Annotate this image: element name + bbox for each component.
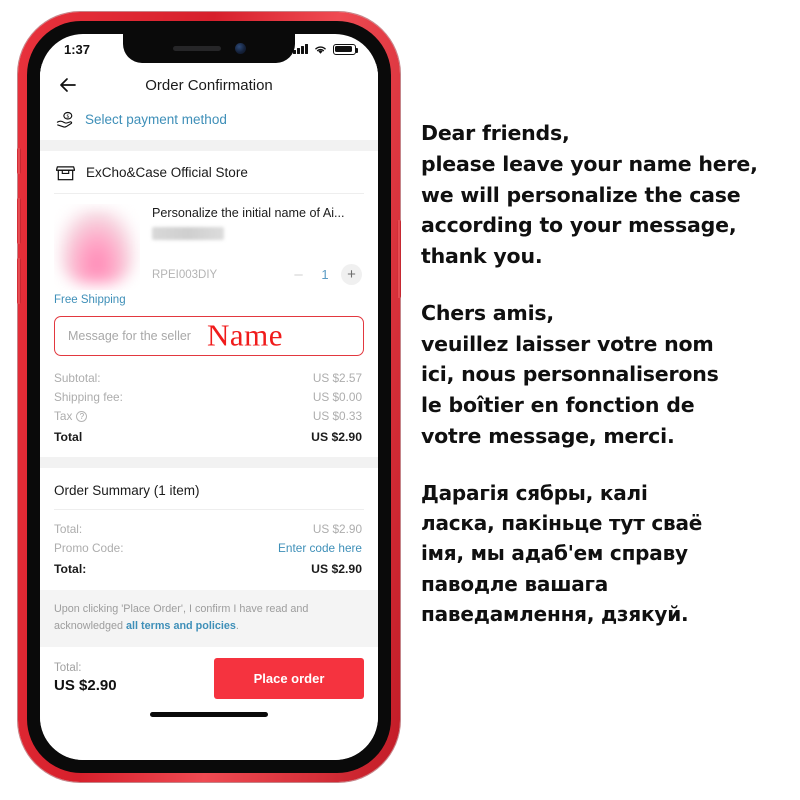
summary-row: Total: US $2.90: [54, 519, 362, 538]
instructions-panel: Dear friends, please leave your name her…: [421, 118, 793, 655]
terms-notice: Upon clicking 'Place Order', I confirm I…: [40, 590, 378, 647]
notch: [123, 34, 295, 63]
silence-switch[interactable]: [17, 148, 21, 174]
message-for-seller-input[interactable]: Message for the seller Name: [54, 316, 364, 356]
summary-value: US $2.90: [312, 521, 362, 536]
terms-suffix: .: [235, 619, 239, 632]
free-shipping-label: Free Shipping: [54, 294, 126, 306]
status-time: 1:37: [64, 41, 91, 57]
totals-value: US $2.90: [311, 429, 362, 444]
summary-row: Total: US $2.90: [54, 558, 362, 579]
totals-row: Shipping fee: US $0.00: [54, 387, 362, 406]
place-order-button[interactable]: Place order: [214, 657, 364, 699]
summary-row: Promo Code: Enter code here: [54, 538, 362, 557]
power-button[interactable]: [397, 220, 401, 298]
hand-money-icon: $: [56, 111, 73, 128]
totals-row: Tax? US $0.33: [54, 406, 362, 425]
wifi-icon: [315, 45, 326, 54]
checkout-total-value: US $2.90: [54, 677, 117, 695]
checkout-total-label: Total:: [54, 662, 82, 675]
checkout-total: Total: US $2.90: [54, 662, 117, 694]
battery-full-icon: [333, 43, 359, 55]
home-indicator[interactable]: [150, 711, 268, 717]
totals-label: Total: [54, 429, 83, 444]
navigation-bar: Order Confirmation: [40, 64, 378, 106]
order-summary-rows: Total: US $2.90 Promo Code: Enter code h…: [40, 510, 378, 590]
phone-bezel: 1:37 Order Confirmation $ Select payment…: [27, 21, 391, 773]
product-sku: RPEI003DIY: [152, 268, 218, 281]
totals-label: Subtotal:: [54, 370, 101, 385]
product-thumbnail[interactable]: [54, 204, 140, 290]
totals-row: Subtotal: US $2.57: [54, 368, 362, 387]
name-annotation-overlay: Name: [207, 317, 284, 353]
totals-value: US $0.33: [312, 408, 362, 423]
checkout-bar: Total: US $2.90 Place order: [40, 646, 378, 699]
app-content: Order Confirmation $ Select payment meth…: [40, 64, 378, 760]
phone-screen: 1:37 Order Confirmation $ Select payment…: [40, 34, 378, 760]
screenshot-root: 1:37 Order Confirmation $ Select payment…: [0, 0, 800, 800]
phone-frame: 1:37 Order Confirmation $ Select payment…: [17, 12, 401, 782]
summary-label: Promo Code:: [54, 540, 124, 555]
order-summary-heading: Order Summary (1 item): [54, 483, 200, 499]
storefront-icon: [56, 166, 75, 181]
instructions-french: Chers amis, veuillez laisser votre nom i…: [421, 300, 719, 448]
quantity-stepper[interactable]: – 1 +: [288, 264, 362, 285]
store-name: ExCho&Case Official Store: [86, 165, 248, 180]
signal-bars-icon: [293, 44, 308, 54]
earpiece-speaker-icon: [172, 46, 221, 51]
tax-help-icon[interactable]: ?: [76, 410, 88, 422]
back-arrow-icon[interactable]: [56, 73, 80, 97]
section-divider: [40, 457, 378, 469]
quantity-increase-button[interactable]: +: [341, 264, 362, 285]
product-row[interactable]: Personalize the initial name of Ai... RP…: [40, 194, 378, 290]
price-breakdown: Subtotal: US $2.57 Shipping fee: US $0.0…: [40, 356, 378, 457]
volume-down-button[interactable]: [17, 258, 21, 304]
thumbnail-blur-main: [60, 210, 134, 284]
svg-text:$: $: [66, 113, 69, 120]
totals-label: Tax: [54, 408, 73, 423]
select-payment-method-label: Select payment method: [85, 111, 227, 127]
page-title: Order Confirmation: [145, 76, 273, 94]
totals-value: US $0.00: [312, 389, 362, 404]
instructions-english: Dear friends, please leave your name her…: [421, 121, 758, 268]
instructions-belarusian: Дарагія сябры, калі ласка, пакіньце тут …: [421, 480, 703, 627]
summary-value: US $2.90: [311, 561, 362, 576]
message-placeholder: Message for the seller: [68, 329, 191, 343]
section-divider: [40, 140, 378, 151]
volume-up-button[interactable]: [17, 198, 21, 244]
product-title: Personalize the initial name of Ai...: [152, 206, 345, 220]
store-row[interactable]: ExCho&Case Official Store: [40, 151, 378, 193]
totals-value: US $2.57: [312, 370, 362, 385]
terms-and-policies-link[interactable]: all terms and policies: [126, 620, 236, 632]
totals-label: Shipping fee:: [54, 389, 123, 404]
front-camera-icon: [234, 43, 246, 54]
product-variant-blurred: [152, 227, 224, 240]
summary-label: Total:: [54, 521, 83, 536]
summary-label: Total:: [54, 561, 87, 576]
quantity-decrease-button[interactable]: –: [288, 264, 309, 285]
promo-code-link[interactable]: Enter code here: [278, 541, 362, 555]
select-payment-method-row[interactable]: $ Select payment method: [40, 106, 378, 140]
quantity-value: 1: [321, 267, 329, 282]
totals-row: Total US $2.90: [54, 426, 362, 447]
